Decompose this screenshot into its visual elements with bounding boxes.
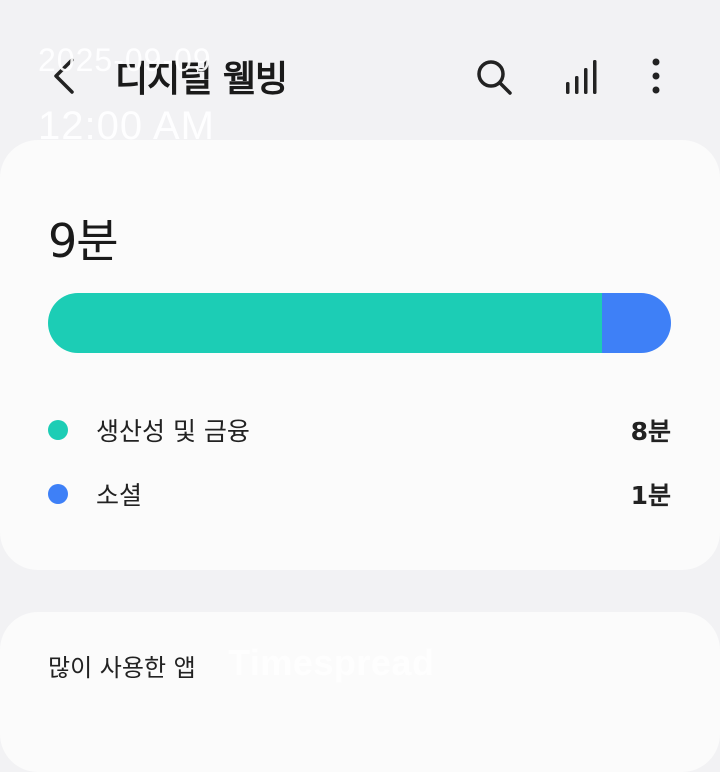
legend-dot <box>48 484 68 504</box>
usage-bar <box>48 293 671 353</box>
legend-label: 소셜 <box>96 481 143 510</box>
timestamp-date: 2025-09-09 <box>38 42 212 78</box>
stats-button[interactable] <box>560 52 604 100</box>
legend-value: 8분 <box>630 417 671 446</box>
legend-dot <box>48 420 68 440</box>
more-options-icon <box>652 58 660 94</box>
bar-chart-icon <box>566 60 597 94</box>
app-header: 디지털 웰빙 2025-09-09 12:00 AM <box>0 0 720 148</box>
more-options-button[interactable] <box>634 52 678 100</box>
usage-bar-segment-0 <box>48 293 602 353</box>
total-screen-time: 9분 <box>48 214 119 268</box>
most-used-apps-card[interactable]: 많이 사용한 앱 <box>0 612 720 772</box>
legend-item-productivity: 생산성 및 금융 8분 <box>48 408 671 448</box>
search-icon <box>477 60 512 95</box>
legend-value: 1분 <box>630 481 671 510</box>
usage-summary-card[interactable]: 9분 생산성 및 금융 8분 소셜 1분 <box>0 140 720 570</box>
legend-label: 생산성 및 금융 <box>96 417 250 446</box>
legend-item-social: 소셜 1분 <box>48 472 671 512</box>
watermark-logo: Timespread <box>228 642 435 683</box>
search-button[interactable] <box>472 52 516 100</box>
usage-bar-segment-1 <box>601 293 671 353</box>
section-heading: 많이 사용한 앱 <box>48 654 196 682</box>
